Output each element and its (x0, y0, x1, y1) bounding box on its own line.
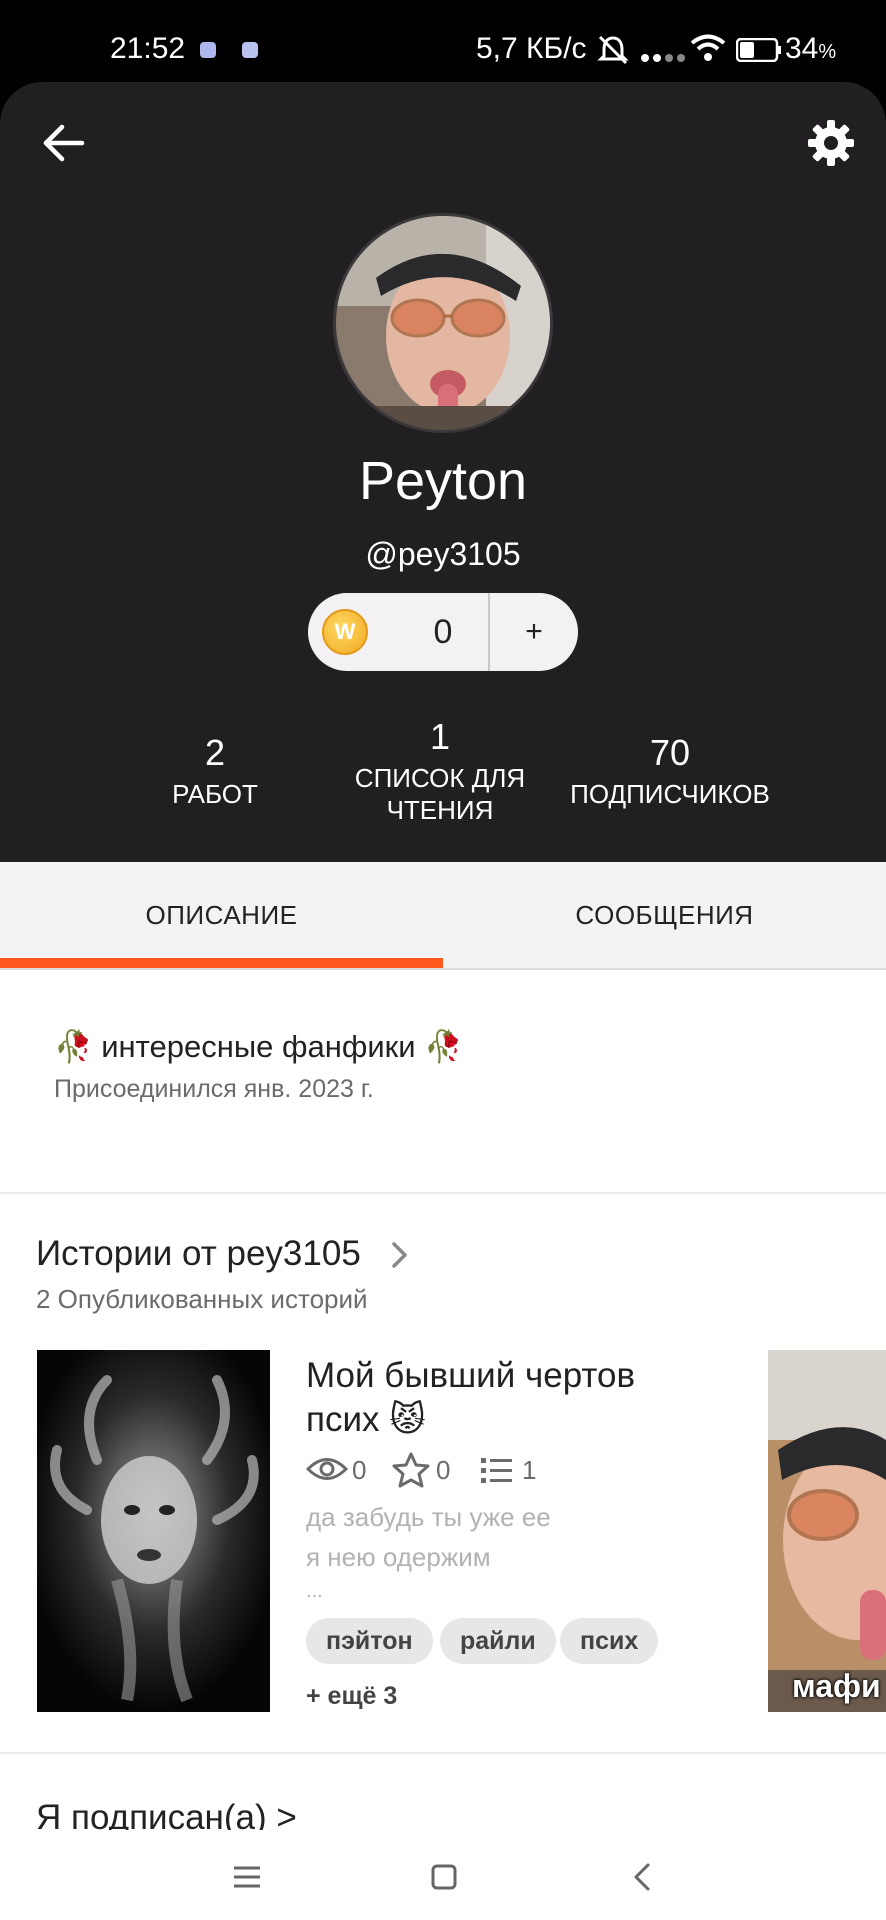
reading-lists-label-line2: ЧТЕНИЯ (386, 795, 494, 825)
coins-widget: W 0 + (308, 593, 578, 671)
views-count: 0 (352, 1455, 367, 1485)
story-description-ellipsis: ... (306, 1580, 323, 1602)
story-cover[interactable] (37, 1350, 270, 1712)
story-tag[interactable]: райли (440, 1618, 556, 1664)
coin-balance: 0 (433, 613, 453, 651)
works-label: РАБОТ (172, 779, 258, 809)
parts-count: 1 (522, 1455, 537, 1485)
add-coins-button[interactable]: + (490, 593, 578, 671)
more-tags-link[interactable]: + ещё 3 (306, 1682, 397, 1711)
story-cover-title: мафи (792, 1668, 881, 1704)
about-section: 🥀 интересные фанфики 🥀 Присоединился янв… (54, 1028, 463, 1104)
join-date: Присоединился янв. 2023 г. (54, 1075, 374, 1103)
profile-header: Peyton @pey3105 W 0 + 2 РАБОТ 1 СПИСОК Д… (0, 82, 886, 862)
profile-handle: @pey3105 (365, 536, 521, 572)
story-tag[interactable]: псих (560, 1618, 659, 1664)
system-nav-bar (0, 1830, 886, 1920)
profile-content: 🥀 интересные фанфики 🥀 Присоединился янв… (0, 970, 886, 1830)
divider (0, 1752, 886, 1754)
battery-icon (736, 38, 781, 62)
votes-count: 0 (436, 1455, 451, 1485)
stat-reading-lists[interactable]: 1 СПИСОК ДЛЯ ЧТЕНИЯ (340, 716, 540, 826)
stories-section-title[interactable]: Истории от pey3105 (36, 1234, 361, 1274)
reading-lists-label-line1: СПИСОК ДЛЯ (354, 763, 526, 793)
stories-count: 2 Опубликованных историй (36, 1284, 368, 1314)
story-description-line: я нею одержим (306, 1542, 491, 1572)
tab-messages[interactable]: СООБЩЕНИЯ (443, 862, 886, 968)
home-square-icon[interactable] (419, 1852, 469, 1902)
story-cover[interactable]: мафи (768, 1350, 886, 1712)
active-tab-indicator (0, 958, 443, 968)
status-time: 21:52 (110, 32, 186, 65)
battery-unit: % (818, 41, 837, 63)
menu-icon[interactable] (222, 1852, 272, 1902)
battery-value: 34 (785, 32, 819, 65)
star-icon (392, 1452, 430, 1488)
signal-dots-icon (641, 54, 685, 62)
followers-count: 70 (649, 732, 691, 773)
gear-icon[interactable] (806, 118, 856, 168)
eye-icon (306, 1458, 348, 1480)
story-cover-image (37, 1350, 270, 1712)
story-cover-image (768, 1350, 886, 1712)
reading-lists-count: 1 (429, 716, 451, 757)
tab-about[interactable]: ОПИСАНИЕ (0, 862, 443, 968)
stat-followers[interactable]: 70 ПОДПИСЧИКОВ (550, 732, 790, 810)
story-title[interactable]: Мой бывший чертов псих 😾 (306, 1354, 636, 1442)
profile-description: 🥀 интересные фанфики 🥀 (54, 1029, 463, 1064)
following-section-title[interactable]: Я подписан(а) > (36, 1798, 297, 1830)
network-speed: 5,7 КБ/с (476, 32, 587, 65)
avatar[interactable] (333, 213, 553, 433)
story-description-line: да забудь ты уже ее (306, 1502, 551, 1532)
stat-works[interactable]: 2 РАБОТ (140, 732, 290, 810)
back-arrow-icon[interactable] (38, 118, 88, 168)
divider (0, 1192, 886, 1194)
muted-bell-icon (597, 35, 629, 65)
battery-percent: 34% (785, 32, 836, 66)
status-bar: 21:52 5,7 КБ/с 34% (0, 0, 886, 82)
profile-name: Peyton (358, 451, 528, 511)
list-icon (481, 1458, 512, 1483)
notification-app-icon (200, 42, 216, 58)
avatar-photo (336, 216, 550, 430)
coin-icon: W (322, 609, 368, 655)
notification-app-icon (242, 42, 258, 58)
chevron-right-icon[interactable] (390, 1240, 410, 1270)
nav-back-icon[interactable] (618, 1852, 668, 1902)
profile-tabs: ОПИСАНИЕ СООБЩЕНИЯ (0, 862, 886, 970)
followers-label: ПОДПИСЧИКОВ (570, 779, 770, 809)
works-count: 2 (204, 732, 226, 773)
wifi-icon (690, 34, 726, 61)
story-tag[interactable]: пэйтон (306, 1618, 433, 1664)
